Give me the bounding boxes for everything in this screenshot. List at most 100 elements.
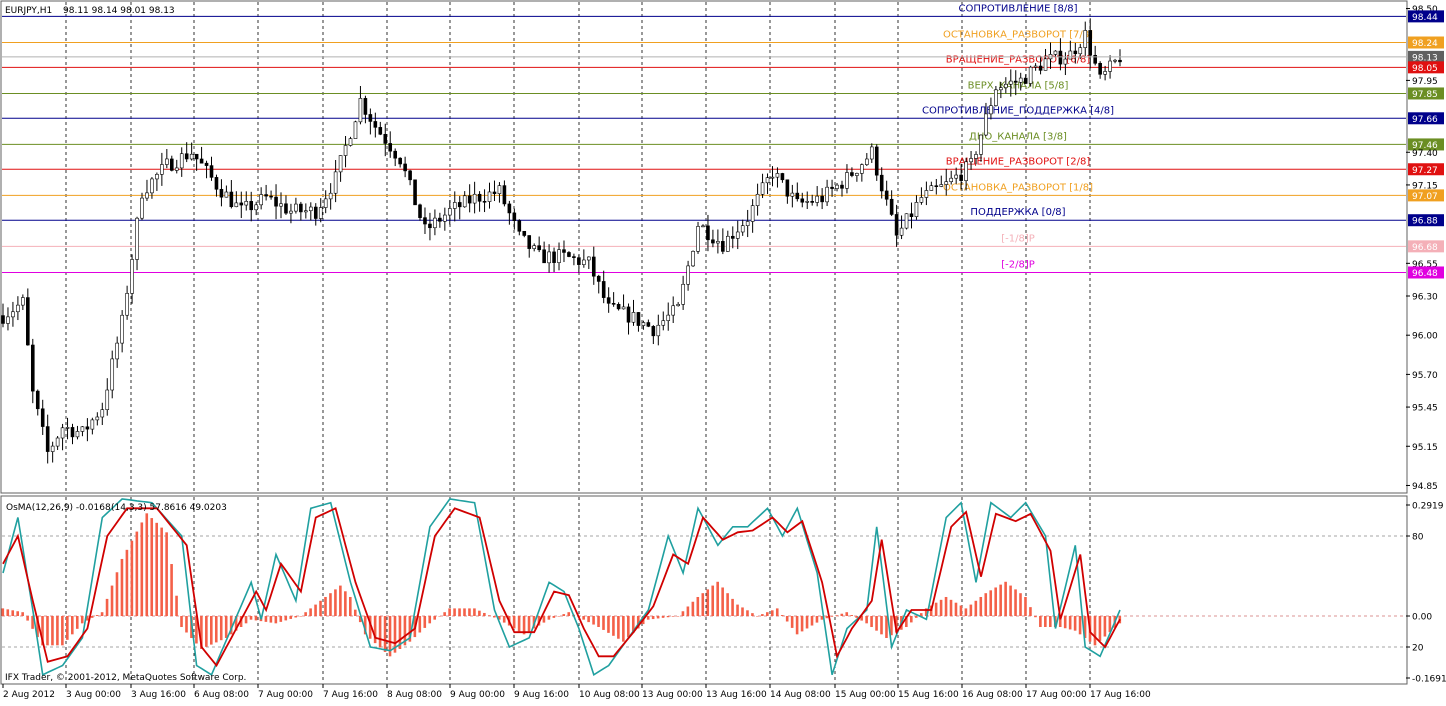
histogram-bar	[46, 616, 49, 646]
candle-body	[150, 178, 154, 194]
level-label: ПОДДЕРЖКА [0/8]	[970, 207, 1065, 218]
histogram-bar	[249, 616, 253, 620]
histogram-bar	[994, 587, 997, 616]
candle-body	[85, 426, 90, 430]
indicator-y-label: 0.2919	[1412, 502, 1444, 512]
histogram-bar	[656, 616, 660, 619]
price-panel-frame[interactable]	[0, 0, 1408, 494]
candle-body	[879, 174, 884, 192]
histogram-bar	[775, 608, 779, 616]
histogram-bar	[185, 616, 188, 633]
histogram-bar	[934, 602, 938, 616]
histogram-bar	[815, 616, 819, 623]
histogram-bar	[1024, 596, 1027, 616]
histogram-bar	[224, 616, 228, 638]
candle-body	[318, 207, 323, 219]
histogram-bar	[885, 616, 888, 638]
trading-chart[interactable]: СОПРОТИВЛЕНИЕ [8/8] ОСТАНОВКА_РАЗВОРОТ [7…	[0, 0, 1446, 702]
candle-body	[567, 252, 571, 257]
candle-body	[755, 193, 760, 206]
x-tick-label: 2 Aug 2012	[3, 690, 55, 700]
histogram-bar	[383, 616, 387, 652]
histogram-bar	[512, 616, 516, 629]
candle-body	[1118, 59, 1122, 63]
candle-body	[770, 176, 775, 179]
candle-body	[438, 217, 442, 222]
time-axis: 2 Aug 2012 3 Aug 00:00 3 Aug 16:00 6 Aug 08…	[2, 684, 1151, 700]
level-label: [-1/8]P	[1001, 233, 1035, 244]
candle-body	[904, 213, 909, 229]
candle-body	[939, 184, 944, 187]
histogram-bar	[463, 608, 466, 616]
candle-body	[626, 306, 631, 323]
histogram-bar	[473, 608, 476, 616]
candle-body	[502, 185, 507, 205]
histogram-bar	[319, 600, 322, 616]
candle-body	[666, 314, 671, 321]
histogram-bar	[527, 616, 531, 632]
histogram-bar	[254, 616, 258, 621]
candle-body	[184, 153, 189, 160]
candle-body	[810, 201, 815, 203]
histogram-bar	[160, 527, 163, 616]
price-level-tag-text: 98.44	[1412, 13, 1438, 23]
candle-body	[840, 184, 844, 189]
candle-body	[557, 249, 561, 263]
candle-body	[1063, 58, 1068, 65]
histogram-bar	[140, 522, 144, 616]
candle-body	[874, 146, 879, 176]
candle-body	[1028, 66, 1033, 84]
price-level-tag-text: 97.66	[1412, 115, 1438, 125]
candle-body	[140, 197, 144, 219]
candle-body	[676, 304, 680, 307]
candle-body	[969, 158, 973, 163]
x-tick-label: 10 Aug 08:00	[579, 690, 640, 700]
candle-body	[224, 191, 229, 198]
histogram-bar	[800, 616, 804, 632]
histogram-bar	[418, 616, 422, 633]
y-tick-label: 95.70	[1412, 371, 1438, 381]
histogram-bar	[661, 616, 665, 618]
indicator-header: OsMA(12,26,9) -0.0168	[6, 503, 111, 513]
x-tick-label: 15 Aug 00:00	[835, 690, 896, 700]
candle-body	[254, 204, 258, 211]
candle-body	[343, 145, 348, 156]
level-label: СОПРОТИВЛЕНИЕ [8/8]	[959, 3, 1078, 14]
candle-body	[944, 181, 949, 185]
candle-body	[125, 293, 129, 316]
candle-body	[745, 221, 750, 226]
histogram-bar	[761, 614, 764, 616]
candle-body	[909, 213, 914, 217]
histogram-bar	[582, 616, 585, 620]
candle-body	[537, 245, 541, 251]
histogram-bar	[949, 599, 953, 616]
histogram-bar	[1103, 616, 1107, 637]
histogram-bar	[696, 596, 700, 616]
candle-body	[174, 167, 179, 171]
candle-body	[269, 195, 273, 198]
candle-body	[1023, 77, 1028, 84]
candle-body	[403, 163, 407, 172]
candle-body	[671, 305, 676, 316]
candle-body	[304, 210, 308, 213]
candle-body	[1098, 62, 1102, 75]
histogram-bar	[770, 610, 774, 616]
candle-body	[1038, 65, 1043, 71]
candle-body	[189, 153, 194, 160]
candle-body	[368, 114, 373, 122]
candle-body	[234, 202, 239, 208]
histogram-bar	[80, 616, 84, 624]
candle-body	[105, 389, 110, 410]
stochastic-header: (14,3,3) 57.8616 49.0203	[111, 503, 227, 513]
candle-body	[70, 427, 75, 438]
histogram-bar	[269, 616, 273, 623]
histogram-bar	[835, 615, 839, 616]
histogram-bar	[274, 616, 278, 624]
candle-body	[179, 153, 184, 169]
histogram-bar	[214, 616, 218, 643]
candle-body	[398, 157, 402, 165]
price-level-tag-text: 97.27	[1412, 166, 1438, 176]
indicator-panel-frame[interactable]	[0, 495, 1408, 685]
indicator-y-label: -0.1691	[1412, 675, 1446, 685]
candle-body	[562, 249, 566, 253]
